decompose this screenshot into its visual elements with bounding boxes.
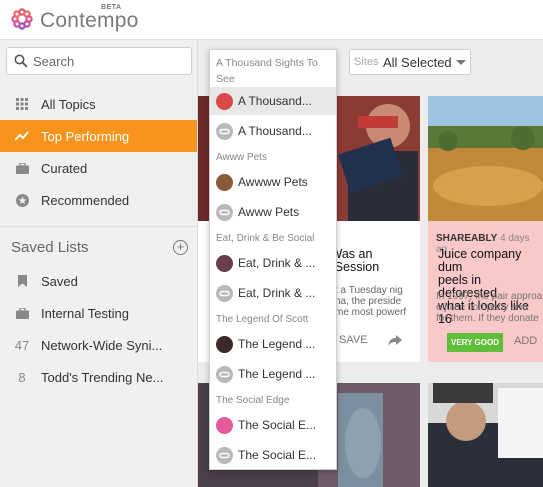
bookmark-icon xyxy=(15,275,29,287)
list-item-saved[interactable]: Saved xyxy=(0,267,197,295)
option-label: A Thousand... xyxy=(238,94,312,108)
option-label: The Legend ... xyxy=(238,367,316,381)
dropdown-option[interactable]: Eat, Drink & ... xyxy=(210,279,336,307)
dropdown-option[interactable]: The Social E... xyxy=(210,441,336,469)
sidebar: All Topics Top Performing Curated Recomm… xyxy=(0,40,198,487)
card-body-line: na, the preside xyxy=(335,296,402,307)
nav-item-recommended[interactable]: Recommended xyxy=(0,184,197,216)
list-label: Todd's Trending Ne... xyxy=(41,369,164,385)
sites-filter-select[interactable]: Sites All Selected xyxy=(349,49,471,75)
card-body-line: for them. If they donate xyxy=(436,313,539,324)
contempo-logo-icon xyxy=(11,8,33,30)
list-count: 47 xyxy=(14,337,30,353)
dropdown-option[interactable]: A Thousand... xyxy=(210,117,336,145)
card-thumbnail xyxy=(428,96,543,221)
option-label: Awwww Pets xyxy=(238,175,308,189)
list-label: Internal Testing xyxy=(41,305,129,321)
sites-filter-label: Sites xyxy=(354,56,379,68)
list-item-internal-testing[interactable]: Internal Testing xyxy=(0,299,197,327)
list-item-todds-trending[interactable]: 8 Todd's Trending Ne... xyxy=(0,363,197,391)
card-source: SHAREABLY xyxy=(436,233,498,244)
link-icon xyxy=(216,446,233,464)
nav-label: Recommended xyxy=(41,192,130,208)
dropdown-group-title: The Social Edge xyxy=(216,395,290,406)
card-body-line: e juice company and xyxy=(436,302,528,313)
nav-item-all-topics[interactable]: All Topics xyxy=(0,88,197,120)
card-body-line: t a Tuesday nig xyxy=(335,285,403,296)
nav-label: Curated xyxy=(41,160,88,176)
dropdown-group-title: Eat, Drink & Be Social xyxy=(216,233,315,244)
briefcase-icon xyxy=(15,307,29,319)
option-label: The Social E... xyxy=(238,448,317,462)
add-button[interactable]: ADD xyxy=(514,335,537,347)
link-icon xyxy=(216,284,233,302)
link-icon xyxy=(216,365,233,383)
option-label: Eat, Drink & ... xyxy=(238,256,316,270)
site-avatar-icon xyxy=(216,92,233,110)
save-button[interactable]: SAVE xyxy=(339,334,368,346)
nav-item-curated[interactable]: Curated xyxy=(0,152,197,184)
card-title-line: Juice company dum xyxy=(438,247,522,274)
dropdown-group-title: Awww Pets xyxy=(216,152,267,163)
option-label: Eat, Drink & ... xyxy=(238,286,316,300)
card-thumbnail xyxy=(428,383,543,487)
trend-icon xyxy=(15,129,29,143)
link-icon xyxy=(216,122,233,140)
option-label: A Thousand... xyxy=(238,124,312,138)
nav-item-top-performing[interactable]: Top Performing xyxy=(0,120,197,152)
search-box[interactable] xyxy=(6,47,192,75)
sites-dropdown-menu: A Thousand Sights To See A Thousand... A… xyxy=(209,49,337,470)
beta-badge: BETA xyxy=(101,4,122,11)
list-count: 8 xyxy=(18,369,26,385)
content-card[interactable]: SHAREABLY 4 days ag Juice company dum pe… xyxy=(428,96,543,362)
dropdown-option[interactable]: Awww Pets xyxy=(210,198,336,226)
list-item-network-wide[interactable]: 47 Network-Wide Syni... xyxy=(0,331,197,359)
dropdown-option[interactable]: A Thousand... xyxy=(210,87,336,115)
dropdown-header: A Thousand Sights To See xyxy=(216,57,318,85)
top-bar: Contempo BETA xyxy=(0,0,543,40)
saved-lists-title: Saved Lists xyxy=(11,239,89,256)
site-avatar-icon xyxy=(216,335,233,353)
card-body-line: me most powerf xyxy=(335,307,407,318)
star-circle-icon xyxy=(15,193,29,207)
very-good-button[interactable]: VERY GOOD xyxy=(447,333,503,352)
site-avatar-icon xyxy=(216,173,233,191)
dropdown-group-title: The Legend Of Scott xyxy=(216,314,309,325)
nav-label: Top Performing xyxy=(41,128,130,144)
nav-label: All Topics xyxy=(41,96,96,112)
dropdown-option[interactable]: The Legend ... xyxy=(210,360,336,388)
content-card[interactable] xyxy=(428,383,543,487)
option-label: Awww Pets xyxy=(238,205,300,219)
sidebar-divider xyxy=(0,226,197,227)
dropdown-option[interactable]: The Legend ... xyxy=(210,330,336,358)
briefcase-icon xyxy=(15,161,29,175)
sites-filter-value: All Selected xyxy=(383,55,452,70)
site-avatar-icon xyxy=(216,254,233,272)
dropdown-option[interactable]: Eat, Drink & ... xyxy=(210,249,336,277)
option-label: The Social E... xyxy=(238,418,317,432)
chevron-down-icon xyxy=(456,60,466,65)
share-icon[interactable] xyxy=(388,335,402,346)
brand-name: Contempo xyxy=(40,9,139,32)
dropdown-option[interactable]: Awwww Pets xyxy=(210,168,336,196)
card-body-line: In 1997, the pair approa xyxy=(436,291,543,302)
site-avatar-icon xyxy=(216,416,233,434)
option-label: The Legend ... xyxy=(238,337,316,351)
add-list-button[interactable]: + xyxy=(173,240,188,255)
grid-icon xyxy=(15,97,29,111)
dropdown-option[interactable]: The Social E... xyxy=(210,411,336,439)
link-icon xyxy=(216,203,233,221)
list-label: Network-Wide Syni... xyxy=(41,337,163,353)
search-input[interactable] xyxy=(33,52,183,70)
list-label: Saved xyxy=(41,273,78,289)
search-icon xyxy=(14,54,28,68)
